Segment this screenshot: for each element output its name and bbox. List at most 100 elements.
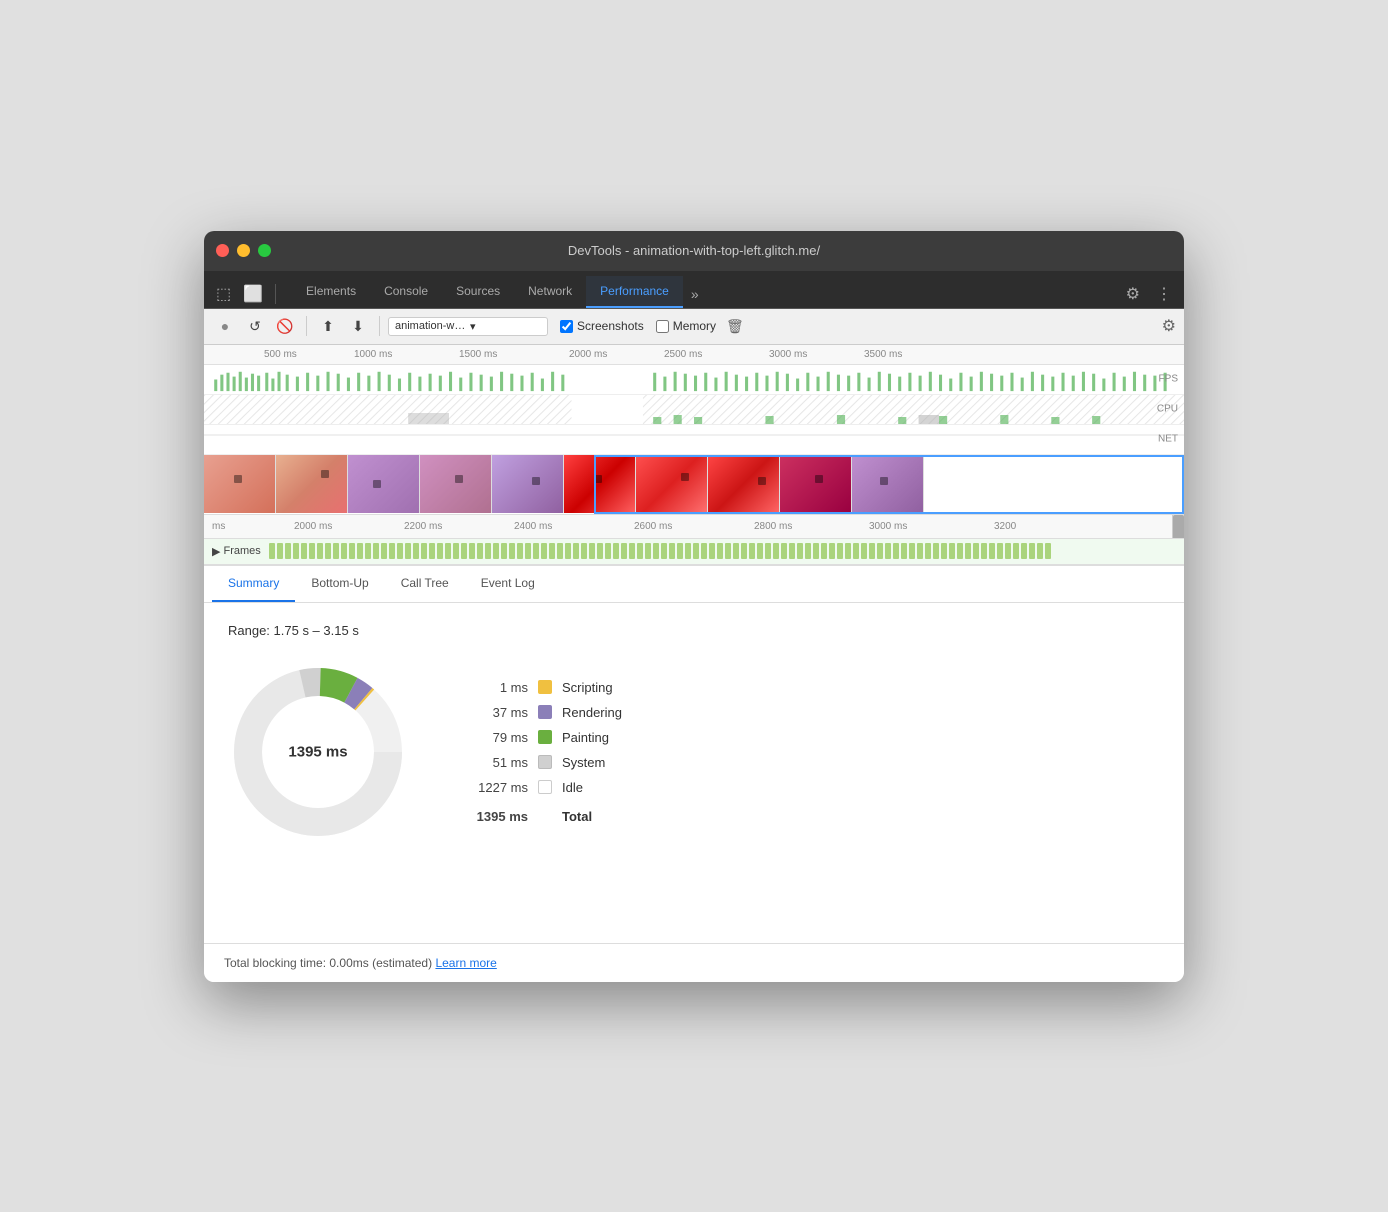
rendering-color-swatch — [538, 705, 552, 719]
frame-bar — [405, 543, 411, 559]
ruler-2500ms: 2500 ms — [664, 349, 702, 360]
ruler-2000ms: 2000 ms — [569, 349, 607, 360]
close-button[interactable] — [216, 244, 229, 257]
frame-bar — [1005, 543, 1011, 559]
frame-bar — [877, 543, 883, 559]
frame-bar — [845, 543, 851, 559]
tab-network[interactable]: Network — [514, 276, 586, 308]
frame-bar — [293, 543, 299, 559]
frame-bar — [677, 543, 683, 559]
donut-chart: 1395 ms — [228, 662, 408, 842]
frame-bar — [1021, 543, 1027, 559]
frame-bar — [533, 543, 539, 559]
cursor-icon[interactable]: ⬚ — [212, 280, 235, 308]
url-selector[interactable]: animation-with-top-left... ▾ — [388, 317, 548, 336]
minimize-button[interactable] — [237, 244, 250, 257]
frame-bar — [821, 543, 827, 559]
timeline-area: 500 ms 1000 ms 1500 ms 2000 ms 2500 ms 3… — [204, 345, 1184, 566]
frame-bar — [437, 543, 443, 559]
clear-button[interactable]: 🚫 — [272, 313, 298, 339]
nav-tabs: Elements Console Sources Network Perform… — [292, 276, 1122, 308]
frame-bar — [549, 543, 555, 559]
frame-bar — [813, 543, 819, 559]
frame-bar — [637, 543, 643, 559]
summary-container: 1395 ms 1 ms Scripting 37 ms Rendering 7… — [228, 662, 1160, 842]
cpu-label: CPU — [1157, 404, 1178, 415]
frame-bar — [269, 543, 275, 559]
timeline-scrollbar-thumb[interactable] — [1173, 515, 1184, 539]
more-options-icon[interactable]: ⋮ — [1152, 280, 1176, 308]
total-name: Total — [562, 809, 592, 824]
frame-bar — [621, 543, 627, 559]
frame-bar — [645, 543, 651, 559]
settings-icon[interactable]: ⚙ — [1122, 280, 1144, 308]
traffic-lights — [216, 244, 271, 257]
tab-bottom-up[interactable]: Bottom-Up — [295, 566, 384, 602]
more-tabs-button[interactable]: » — [683, 280, 707, 308]
timeline-scrollbar[interactable] — [1172, 515, 1184, 538]
frames-row: ▶ Frames — [204, 539, 1184, 565]
upload-button[interactable]: ⬆ — [315, 313, 341, 339]
frame-bar — [461, 543, 467, 559]
idle-value: 1227 ms — [468, 780, 528, 795]
capture-settings-button[interactable]: ⚙ — [1162, 316, 1176, 336]
scripting-value: 1 ms — [468, 680, 528, 695]
frame-bar — [1029, 543, 1035, 559]
screenshots-checkbox[interactable] — [560, 320, 573, 333]
tab-console[interactable]: Console — [370, 276, 442, 308]
memory-checkbox-group: Memory — [656, 319, 716, 333]
frames-toggle[interactable]: ▶ Frames — [212, 545, 261, 558]
frame-bar — [557, 543, 563, 559]
fps-row: FPS — [204, 365, 1184, 395]
frame-bar — [901, 543, 907, 559]
tab-elements[interactable]: Elements — [292, 276, 370, 308]
frame-bar — [733, 543, 739, 559]
legend-system: 51 ms System — [468, 755, 622, 770]
record-button[interactable]: ● — [212, 313, 238, 339]
ruler-1000ms: 1000 ms — [354, 349, 392, 360]
frame-bar — [805, 543, 811, 559]
frame-bar — [501, 543, 507, 559]
download-button[interactable]: ⬇ — [345, 313, 371, 339]
tab-call-tree[interactable]: Call Tree — [385, 566, 465, 602]
frame-bar — [965, 543, 971, 559]
range-text: Range: 1.75 s – 3.15 s — [228, 623, 1160, 638]
memory-checkbox[interactable] — [656, 320, 669, 333]
frame-bar — [693, 543, 699, 559]
screenshots-label[interactable]: Screenshots — [577, 319, 644, 333]
device-icon[interactable]: ⬜ — [239, 280, 267, 308]
frame-bar — [893, 543, 899, 559]
frame-bar — [309, 543, 315, 559]
frame-bar — [933, 543, 939, 559]
learn-more-link[interactable]: Learn more — [435, 956, 496, 970]
footer-text: Total blocking time: 0.00ms (estimated) — [224, 956, 432, 970]
reload-button[interactable]: ↺ — [242, 313, 268, 339]
tab-bar-right: ⚙ ⋮ — [1122, 280, 1176, 308]
frame-bar — [389, 543, 395, 559]
frames-triangle-icon: ▶ — [212, 545, 220, 558]
frame-bar — [781, 543, 787, 559]
frame-bar — [581, 543, 587, 559]
idle-color-swatch — [538, 780, 552, 794]
memory-label[interactable]: Memory — [673, 319, 716, 333]
frame-bar — [373, 543, 379, 559]
frame-bar — [421, 543, 427, 559]
fullscreen-button[interactable] — [258, 244, 271, 257]
scroll-2200ms: 2200 ms — [404, 521, 442, 532]
scroll-2600ms: 2600 ms — [634, 521, 672, 532]
tab-summary[interactable]: Summary — [212, 566, 295, 602]
frame-bar — [493, 543, 499, 559]
frame-bar — [365, 543, 371, 559]
frame-bar — [469, 543, 475, 559]
clear-recordings-button[interactable]: 🗑 — [720, 316, 750, 337]
scroll-ms-start: ms — [212, 521, 225, 532]
tab-sources[interactable]: Sources — [442, 276, 514, 308]
screenshot-7 — [636, 455, 708, 513]
scroll-3000ms: 3000 ms — [869, 521, 907, 532]
scroll-3200ms: 3200 — [994, 521, 1016, 532]
legend-total: 1395 ms Total — [468, 809, 622, 824]
tab-event-log[interactable]: Event Log — [465, 566, 551, 602]
frame-bar — [685, 543, 691, 559]
frame-bar — [773, 543, 779, 559]
tab-performance[interactable]: Performance — [586, 276, 683, 308]
